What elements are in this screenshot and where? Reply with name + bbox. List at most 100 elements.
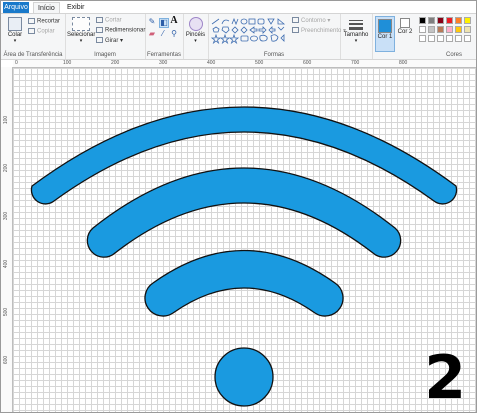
rotate-label: Girar bbox=[105, 38, 119, 44]
palette-swatch[interactable] bbox=[446, 35, 453, 42]
palette-swatch[interactable] bbox=[455, 17, 462, 24]
rotate-icon bbox=[96, 37, 103, 44]
wifi-arc-inner bbox=[144, 249, 344, 317]
drawing-canvas[interactable]: 2 bbox=[13, 68, 476, 412]
palette-swatch[interactable] bbox=[464, 26, 471, 33]
wifi-arc-middle bbox=[86, 167, 402, 258]
outline-icon bbox=[292, 17, 299, 24]
chevron-down-icon: ▾ bbox=[79, 38, 83, 44]
top-ruler: 0 100 200 300 400 500 600 700 800 bbox=[13, 60, 476, 68]
colors-group: Cor 1 Cor 2 Cores bbox=[372, 14, 476, 59]
color1-swatch bbox=[378, 19, 392, 33]
cut-label: Recortar bbox=[37, 18, 61, 25]
magnifier-icon[interactable]: ⚲ bbox=[170, 30, 178, 38]
tools-group: ✎ ◧ A ▰ ⁄ ⚲ Ferramentas bbox=[145, 14, 184, 59]
palette-swatch[interactable] bbox=[419, 17, 426, 24]
brush-icon bbox=[188, 17, 203, 31]
brushes-group: Pincéis ▾ bbox=[183, 14, 209, 59]
copy-label: Copiar bbox=[37, 28, 55, 35]
outline-label: Contorno bbox=[301, 18, 326, 24]
palette-swatch[interactable] bbox=[428, 35, 435, 42]
fill-bucket-icon[interactable]: ◧ bbox=[159, 18, 169, 28]
image-group: Selecionar ▾ Cortar Redimensionar Girar … bbox=[65, 14, 146, 59]
outline-dropdown[interactable]: Contorno ▾ bbox=[292, 17, 330, 24]
fill-icon bbox=[292, 27, 299, 34]
left-ruler: 100 200 300 400 500 600 bbox=[1, 67, 13, 412]
size-button[interactable]: Tamanho ▾ bbox=[343, 18, 369, 44]
ruler-tick-label: 400 bbox=[3, 259, 10, 269]
wifi-dot bbox=[214, 347, 274, 407]
ruler-tick-label: 600 bbox=[303, 60, 312, 66]
palette-swatch[interactable] bbox=[437, 26, 444, 33]
ruler-tick-label: 500 bbox=[255, 60, 264, 66]
pencil-icon[interactable]: ✎ bbox=[148, 18, 156, 26]
rotate-button[interactable]: Girar ▾ bbox=[96, 37, 123, 44]
wifi-drawing bbox=[30, 106, 458, 407]
eraser-icon[interactable]: ▰ bbox=[148, 30, 156, 38]
clipboard-icon bbox=[8, 17, 22, 31]
resize-icon bbox=[96, 27, 103, 33]
palette-swatch[interactable] bbox=[437, 35, 444, 42]
clipboard-group: Colar ▾ Recortar Copiar Área de Transfer… bbox=[1, 14, 66, 59]
scissors-icon bbox=[28, 18, 35, 24]
shapes-gallery[interactable] bbox=[211, 18, 287, 48]
cut-button[interactable]: Recortar bbox=[28, 18, 60, 25]
tab-file[interactable]: Arquivo bbox=[3, 2, 29, 13]
palette-swatch[interactable] bbox=[428, 26, 435, 33]
palette-swatch[interactable] bbox=[419, 26, 426, 33]
copy-icon bbox=[28, 28, 35, 34]
brushes-button[interactable]: Pincéis ▾ bbox=[184, 17, 207, 44]
copy-button[interactable]: Copiar bbox=[28, 28, 55, 35]
tab-view[interactable]: Exibir bbox=[63, 2, 89, 13]
ruler-tick-label: 200 bbox=[111, 60, 120, 66]
paint-window: Arquivo Início Exibir Colar ▾ Recortar C… bbox=[0, 0, 477, 413]
ruler-tick-label: 800 bbox=[399, 60, 408, 66]
palette-swatch[interactable] bbox=[446, 26, 453, 33]
colors-group-label: Cores bbox=[445, 52, 462, 58]
palette-swatch[interactable] bbox=[446, 17, 453, 24]
palette-swatch[interactable] bbox=[437, 17, 444, 24]
palette-swatch[interactable] bbox=[464, 17, 471, 24]
color2-swatch bbox=[400, 18, 410, 28]
ruler-tick-label: 700 bbox=[351, 60, 360, 66]
palette-swatch[interactable] bbox=[455, 35, 462, 42]
color2-label: Cor 2 bbox=[397, 29, 413, 35]
ruler-tick-label: 0 bbox=[15, 60, 18, 66]
color-picker-icon[interactable]: ⁄ bbox=[159, 30, 167, 38]
step-number-badge: 2 bbox=[424, 343, 466, 413]
ruler-tick-label: 400 bbox=[207, 60, 216, 66]
ribbon-tabs: Arquivo Início Exibir bbox=[1, 1, 476, 14]
palette-swatch[interactable] bbox=[455, 26, 462, 33]
text-tool-icon[interactable]: A bbox=[170, 16, 178, 26]
ruler-tick-label: 600 bbox=[3, 355, 10, 365]
fill-dropdown[interactable]: Preenchimento ▾ bbox=[292, 27, 346, 34]
ruler-tick-label: 200 bbox=[3, 163, 10, 173]
tab-home[interactable]: Início bbox=[33, 2, 60, 13]
resize-label: Redimensionar bbox=[105, 27, 146, 34]
palette-swatch[interactable] bbox=[428, 17, 435, 24]
chevron-down-icon: ▾ bbox=[354, 38, 358, 44]
palette-swatch[interactable] bbox=[419, 35, 426, 42]
color1-label: Cor 1 bbox=[377, 34, 393, 40]
paste-button[interactable]: Colar ▾ bbox=[4, 17, 26, 44]
resize-button[interactable]: Redimensionar bbox=[96, 27, 145, 34]
size-group: Tamanho ▾ bbox=[340, 14, 373, 59]
crop-icon bbox=[96, 17, 103, 23]
ruler-tick-label: 100 bbox=[63, 60, 72, 66]
fill-label: Preenchimento bbox=[301, 28, 342, 34]
chevron-down-icon: ▾ bbox=[194, 38, 197, 44]
line-width-icon bbox=[349, 20, 363, 30]
select-button[interactable]: Selecionar ▾ bbox=[67, 17, 95, 44]
crop-label: Cortar bbox=[105, 17, 122, 24]
crop-button[interactable]: Cortar bbox=[96, 17, 122, 24]
shapes-group: Contorno ▾ Preenchimento ▾ Formas bbox=[208, 14, 346, 59]
chevron-down-icon: ▾ bbox=[13, 38, 17, 44]
color2-button[interactable]: Cor 2 bbox=[396, 16, 414, 50]
ribbon: Colar ▾ Recortar Copiar Área de Transfer… bbox=[1, 14, 476, 60]
image-group-label: Imagem bbox=[94, 52, 116, 58]
palette-swatch[interactable] bbox=[464, 35, 471, 42]
shapes-group-label: Formas bbox=[263, 52, 285, 58]
color1-button[interactable]: Cor 1 bbox=[375, 16, 395, 52]
ruler-tick-label: 300 bbox=[159, 60, 168, 66]
ruler-tick-label: 500 bbox=[3, 307, 10, 317]
